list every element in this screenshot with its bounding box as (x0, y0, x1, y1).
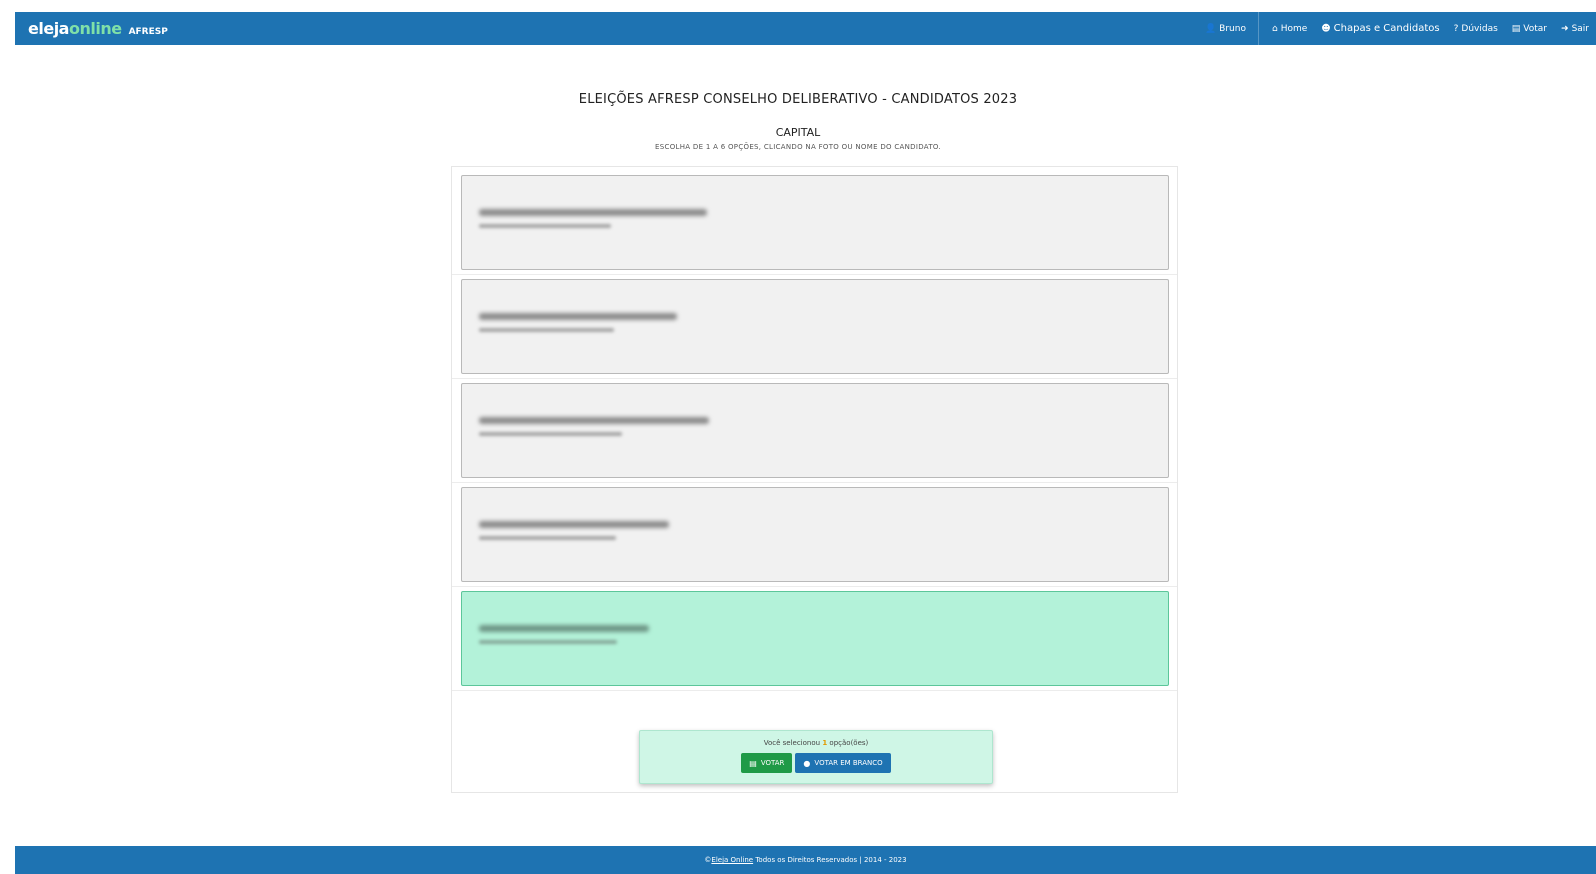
candidate-card[interactable] (461, 383, 1169, 478)
votar-button-label: VOTAR (760, 759, 785, 767)
top-navbar: elejaonline AFRESP 👤 Bruno ⌂ Home ☻ Chap… (15, 12, 1596, 45)
page-title: ELEIÇÕES AFRESP CONSELHO DELIBERATIVO - … (578, 92, 1018, 107)
ballot-icon: ▤ (1511, 23, 1521, 34)
candidate-card[interactable] (461, 175, 1169, 270)
candidate-card-selected[interactable] (461, 591, 1169, 686)
candidate-info-redacted (479, 432, 622, 436)
nav-votar[interactable]: ▤ Votar (1505, 12, 1554, 45)
circle-icon: ● (803, 758, 811, 768)
brand-name-accent: online (68, 19, 122, 38)
home-icon: ⌂ (1271, 23, 1278, 34)
divider (452, 274, 1177, 275)
selection-count: 1 (822, 739, 828, 747)
candidate-name-redacted (479, 521, 669, 528)
brand-name: elejaonline (28, 19, 122, 38)
candidate-info-redacted (479, 328, 614, 332)
votar-em-branco-label: VOTAR EM BRANCO (814, 759, 883, 767)
nav-chapas-label: Chapas e Candidatos (1333, 23, 1440, 34)
selection-message: Você selecionou 1 opção(ões) (640, 739, 992, 747)
nav-duvidas-label: Dúvidas (1461, 23, 1498, 34)
page-instructions: ESCOLHA DE 1 A 6 OPÇÕES, CLICANDO NA FOT… (655, 143, 941, 151)
selection-message-prefix: Você selecionou (763, 739, 821, 747)
copyright-symbol: © (704, 856, 712, 864)
ballot-icon: ▤ (749, 758, 757, 768)
votar-button[interactable]: ▤ VOTAR (741, 753, 793, 773)
candidate-info-redacted (479, 536, 616, 540)
candidate-name-redacted (479, 209, 707, 216)
user-icon: 👤 (1204, 23, 1217, 34)
users-icon: ☻ (1321, 23, 1331, 34)
candidate-name-redacted (479, 417, 709, 424)
nav-sair[interactable]: ➜ Sair (1554, 12, 1596, 45)
candidate-info-redacted (479, 224, 611, 228)
page-subtitle: CAPITAL (775, 126, 821, 139)
footer-eleja-link[interactable]: Eleja Online (711, 856, 753, 864)
nav-user[interactable]: 👤 Bruno (1198, 12, 1259, 45)
vote-actions: ▤ VOTAR ● VOTAR EM BRANCO (640, 753, 992, 773)
selection-message-suffix: opção(ões) (829, 739, 869, 747)
nav-chapas[interactable]: ☻ Chapas e Candidatos (1314, 12, 1446, 45)
brand-subtitle: AFRESP (128, 27, 168, 37)
footer-copyright-text: Todos os Direitos Reservados | 2014 - 20… (755, 856, 907, 864)
question-icon: ? (1453, 23, 1459, 34)
candidate-name-redacted (479, 313, 677, 320)
candidate-panel: Você selecionou 1 opção(ões) ▤ VOTAR ● V… (451, 166, 1178, 793)
nav-home-label: Home (1280, 23, 1308, 34)
top-nav: 👤 Bruno ⌂ Home ☻ Chapas e Candidatos ? D… (1198, 12, 1596, 45)
divider (452, 586, 1177, 587)
candidate-info-redacted (479, 640, 617, 644)
votar-em-branco-button[interactable]: ● VOTAR EM BRANCO (795, 753, 891, 773)
sign-out-icon: ➜ (1561, 23, 1569, 34)
vote-summary-box: Você selecionou 1 opção(ões) ▤ VOTAR ● V… (639, 730, 993, 784)
nav-home[interactable]: ⌂ Home (1265, 12, 1314, 45)
candidate-card[interactable] (461, 279, 1169, 374)
nav-votar-label: Votar (1523, 23, 1548, 34)
divider (452, 690, 1177, 691)
divider (452, 378, 1177, 379)
nav-duvidas[interactable]: ? Dúvidas (1447, 12, 1505, 45)
footer: © Eleja Online Todos os Direitos Reserva… (15, 846, 1596, 874)
brand-name-main: eleja (28, 19, 69, 38)
candidate-card[interactable] (461, 487, 1169, 582)
nav-sair-label: Sair (1571, 23, 1589, 34)
divider (452, 482, 1177, 483)
nav-user-label: Bruno (1219, 23, 1246, 34)
brand-logo[interactable]: elejaonline AFRESP (15, 19, 168, 38)
candidate-name-redacted (479, 625, 649, 632)
